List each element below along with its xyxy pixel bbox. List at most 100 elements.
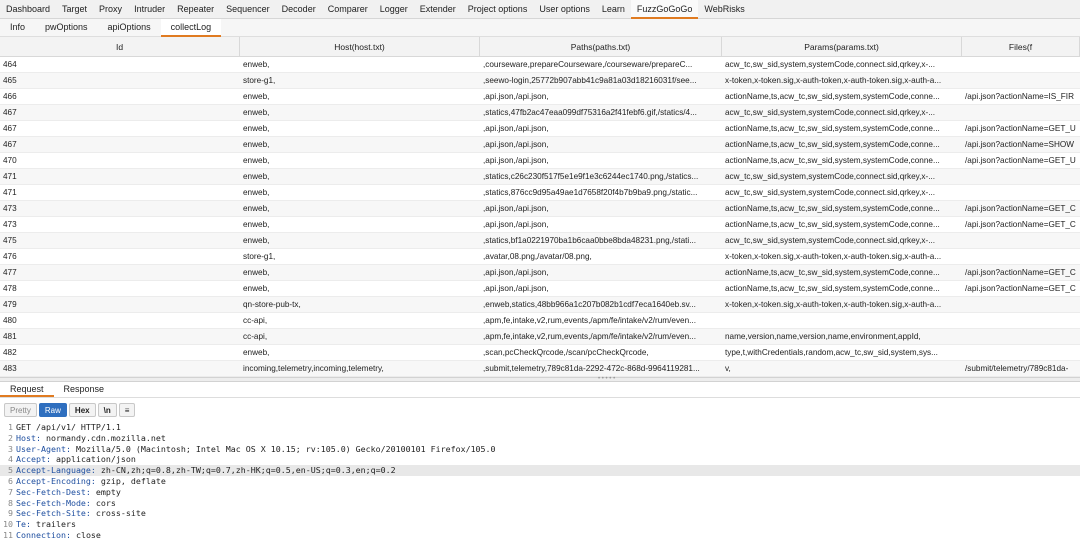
table-cell: ,statics,bf1a0221970ba1b6caa0bbe8bda4823… (483, 236, 697, 245)
table-cell: store-g1, (243, 76, 276, 85)
table-cell: enweb, (243, 188, 270, 197)
column-header-paths-paths-txt[interactable]: Paths(paths.txt) (480, 37, 722, 57)
table-cell: /api.json?actionName=IS_FIR (965, 92, 1074, 101)
tab-decoder[interactable]: Decoder (276, 0, 322, 19)
tab-dashboard[interactable]: Dashboard (0, 0, 56, 19)
table-cell (962, 105, 1080, 121)
tab-webrisks[interactable]: WebRisks (698, 0, 750, 19)
table-cell: actionName,ts,acw_tc,sw_sid,system,syste… (725, 92, 940, 101)
tab-learn[interactable]: Learn (596, 0, 631, 19)
table-row[interactable]: 482 enweb, ,scan,pcCheckQrcode,/scan/pcChe… (0, 345, 1080, 361)
header-value: cors (90, 497, 116, 508)
column-header-host-host-txt[interactable]: Host(host.txt) (240, 37, 480, 57)
message-tabs: Request Response (0, 382, 1080, 398)
table-row[interactable]: 481 cc-api, ,apm,fe,intake,v2,rum,events,/… (0, 329, 1080, 345)
table-row[interactable]: 464 enweb, ,courseware,prepareCourseware,/… (0, 57, 1080, 73)
header-name: Te: (16, 519, 31, 530)
table-cell: enweb, (243, 124, 270, 133)
column-header-files-f[interactable]: Files(f (962, 37, 1080, 57)
table-cell: x-token,x-token.sig,x-auth-token,x-auth-… (725, 300, 942, 309)
table-row[interactable]: 480 cc-api, ,apm,fe,intake,v2,rum,events,/… (0, 313, 1080, 329)
table-cell: enweb, (243, 236, 270, 245)
subtab-info[interactable]: Info (0, 19, 35, 37)
table-row[interactable]: 467 enweb, ,api.json,/api.json, actionName,… (0, 121, 1080, 137)
table-row[interactable]: 466 enweb, ,api.json,/api.json, actionName,… (0, 89, 1080, 105)
request-line: 1 GET /api/v1/ HTTP/1.1 (0, 422, 1080, 433)
pretty-button[interactable]: Pretty (4, 403, 37, 417)
table-row[interactable]: 478 enweb, ,api.json,/api.json, actionName,… (0, 281, 1080, 297)
header-value: application/json (50, 454, 136, 465)
table-cell: 479 (3, 300, 17, 309)
table-cell: 467 (3, 124, 17, 133)
table-cell: 470 (3, 156, 17, 165)
table-cell: /api.json?actionName=GET_C (965, 284, 1076, 293)
table-cell: store-g1, (243, 252, 276, 261)
newline-toggle-button[interactable]: \n (97, 403, 117, 417)
tab-logger[interactable]: Logger (374, 0, 414, 19)
table-cell: ,api.json,/api.json, (483, 204, 549, 213)
tab-request[interactable]: Request (0, 382, 54, 397)
table-row[interactable]: 483 incoming,telemetry,incoming,telemetry… (0, 361, 1080, 377)
header-name: Sec-Fetch-Mode: (16, 497, 91, 508)
table-cell: ,apm,fe,intake,v2,rum,events,/apm/fe/int… (483, 332, 696, 341)
table-row[interactable]: 475 enweb, ,statics,bf1a0221970ba1b6caa0bb… (0, 233, 1080, 249)
tab-intruder[interactable]: Intruder (128, 0, 171, 19)
menu-icon[interactable]: ≡ (118, 403, 136, 417)
table-row[interactable]: 476 store-g1, ,avatar,08.png,/avatar/08.pn… (0, 249, 1080, 265)
line-number: 3 (8, 443, 13, 454)
tab-proxy[interactable]: Proxy (93, 0, 128, 19)
table-cell: type,t,withCredentials,random,acw_tc,sw_… (725, 348, 938, 357)
tab-user-options[interactable]: User options (533, 0, 596, 19)
request-editor[interactable]: 1 GET /api/v1/ HTTP/1.1 2 Host: normandy.cd… (0, 422, 1080, 541)
table-row[interactable]: 471 enweb, ,statics,c26c230f517f5e1e9f1e3c… (0, 169, 1080, 185)
request-line: 6 Accept-Encoding: gzip, deflate (0, 476, 1080, 487)
table-cell: actionName,ts,acw_tc,sw_sid,system,syste… (725, 156, 940, 165)
table-row[interactable]: 473 enweb, ,api.json,/api.json, actionName,… (0, 201, 1080, 217)
splitter-grip-icon[interactable]: • • • • • (598, 376, 615, 382)
table-row[interactable]: 467 enweb, ,statics,47fb2ac47eaa099df75316… (0, 105, 1080, 121)
table-cell: ,api.json,/api.json, (483, 124, 549, 133)
table-row[interactable]: 465 store-g1, ,seewo-login,25772b907abb41c… (0, 73, 1080, 89)
table-row[interactable]: 479 qn-store-pub-tx, ,enweb,statics,48bb96… (0, 297, 1080, 313)
request-line: 7 Sec-Fetch-Dest: empty (0, 487, 1080, 498)
subtab-pwoptions[interactable]: pwOptions (35, 19, 98, 37)
table-row[interactable]: 471 enweb, ,statics,876cc9d95a49ae1d7658f2… (0, 185, 1080, 201)
tab-extender[interactable]: Extender (414, 0, 462, 19)
table-row[interactable]: 477 enweb, ,api.json,/api.json, actionName,… (0, 265, 1080, 281)
table-cell (962, 249, 1080, 265)
raw-button[interactable]: Raw (38, 403, 67, 417)
tab-response[interactable]: Response (54, 382, 115, 397)
table-cell: 483 (3, 364, 17, 373)
tab-fuzzgogogo[interactable]: FuzzGoGoGo (630, 0, 699, 19)
table-cell: acw_tc,sw_sid,system,systemCode,connect.… (725, 172, 936, 181)
table-row[interactable]: 470 enweb, ,api.json,/api.json, actionName,… (0, 153, 1080, 169)
tab-repeater[interactable]: Repeater (171, 0, 220, 19)
table-row[interactable]: 467 enweb, ,api.json,/api.json, actionName,… (0, 137, 1080, 153)
tab-comparer[interactable]: Comparer (322, 0, 374, 19)
table-cell: ,statics,c26c230f517f5e1e9f1e3c6244ec174… (483, 172, 699, 181)
hex-button[interactable]: Hex (68, 403, 96, 417)
header-name: Connection: (16, 529, 71, 540)
table-cell: /api.json?actionName=SHOW (965, 140, 1074, 149)
request-line: 5 Accept-Language: zh-CN,zh;q=0.8,zh-TW;q… (0, 465, 1080, 476)
tab-sequencer[interactable]: Sequencer (220, 0, 276, 19)
table-cell: ,avatar,08.png,/avatar/08.png, (483, 252, 592, 261)
header-name: Accept-Language: (16, 465, 96, 476)
column-header-id[interactable]: Id (0, 37, 240, 57)
table-cell: ,submit,telemetry,789c81da-2292-472c-868… (483, 364, 700, 373)
header-value: empty (90, 486, 121, 497)
table-cell: 475 (3, 236, 17, 245)
table-cell: acw_tc,sw_sid,system,systemCode,connect.… (725, 108, 936, 117)
table-cell: enweb, (243, 220, 270, 229)
table-cell (962, 185, 1080, 201)
table-cell: 476 (3, 252, 17, 261)
table-cell: ,scan,pcCheckQrcode,/scan/pcCheckQrcode, (483, 348, 649, 357)
tab-project-options[interactable]: Project options (462, 0, 534, 19)
line-number: 7 (8, 486, 13, 497)
subtab-collectlog[interactable]: collectLog (160, 19, 222, 37)
table-cell: 481 (3, 332, 17, 341)
subtab-apioptions[interactable]: apiOptions (98, 19, 161, 37)
table-row[interactable]: 473 enweb, ,api.json,/api.json, actionName,… (0, 217, 1080, 233)
column-header-params-params-txt[interactable]: Params(params.txt) (722, 37, 962, 57)
tab-target[interactable]: Target (56, 0, 93, 19)
